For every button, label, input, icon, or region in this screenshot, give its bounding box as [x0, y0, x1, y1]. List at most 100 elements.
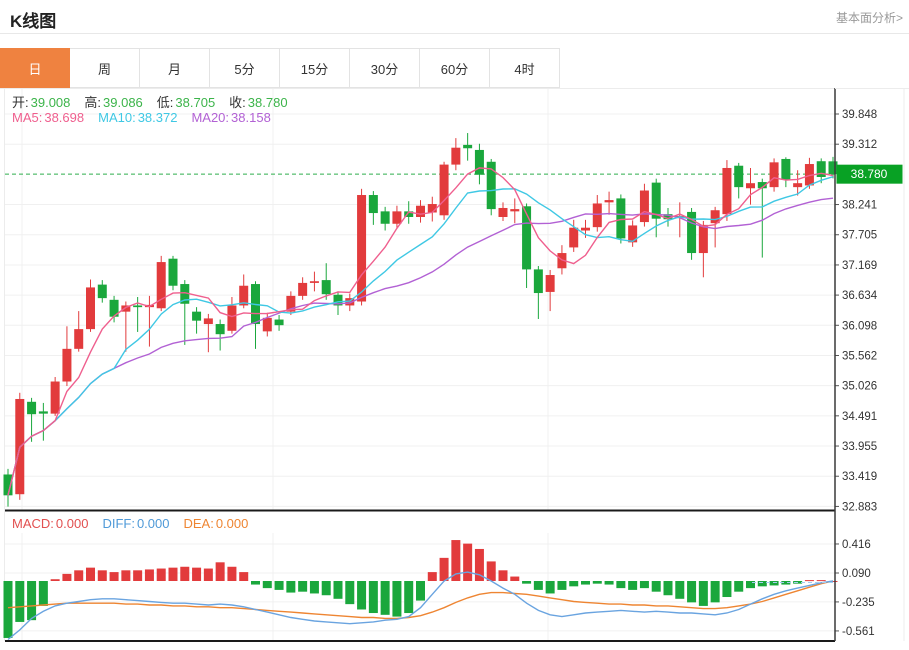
macd-hist-bar	[157, 569, 166, 581]
macd-hist-bar	[770, 581, 779, 585]
kline-chart-panel: 39.84839.31238.24137.70537.16936.63436.0…	[0, 88, 909, 645]
macd-hist-bar	[74, 570, 83, 581]
macd-hist-bar	[192, 568, 201, 581]
price-axis-label: 36.098	[842, 320, 877, 332]
macd-hist-bar	[758, 581, 767, 586]
macd-hist-bar	[628, 581, 637, 590]
macd-hist-bar	[675, 581, 684, 599]
candle	[475, 150, 484, 175]
macd-hist-bar	[392, 581, 401, 617]
ohlc-legend: 开:39.008高:39.086低:38.705收:38.780	[12, 92, 302, 111]
candle	[569, 228, 578, 248]
macd-hist-bar	[27, 581, 36, 620]
kline-chart-canvas[interactable]: 39.84839.31238.24137.70537.16936.63436.0…	[0, 88, 909, 645]
candle	[640, 191, 649, 223]
candle	[369, 195, 378, 213]
macd-hist-bar	[98, 570, 107, 581]
macd-legend: MACD:0.000DIFF:0.000DEA:0.000	[12, 516, 262, 531]
macd-hist-bar	[180, 567, 189, 581]
macd-hist-bar	[110, 572, 119, 581]
legend-item: 高:39.086	[84, 95, 142, 110]
macd-hist-bar	[416, 581, 425, 601]
candle	[169, 259, 178, 286]
tab-60分[interactable]: 60分	[420, 48, 490, 88]
macd-hist-bar	[39, 581, 48, 606]
candle	[133, 305, 142, 307]
current-price-tag-label: 38.780	[851, 167, 888, 181]
macd-hist-bar	[699, 581, 708, 606]
macd-hist-bar	[62, 574, 71, 581]
macd-hist-bar	[51, 579, 60, 581]
macd-hist-bar	[722, 581, 731, 597]
macd-hist-bar	[817, 580, 826, 581]
macd-hist-bar	[428, 572, 437, 581]
tab-4时[interactable]: 4时	[490, 48, 560, 88]
candle	[322, 280, 331, 294]
candle	[734, 166, 743, 187]
macd-hist-bar	[227, 567, 236, 581]
macd-hist-bar	[499, 570, 508, 581]
candle	[605, 200, 614, 202]
macd-hist-bar	[711, 581, 720, 602]
macd-hist-bar	[581, 581, 590, 585]
macd-hist-bar	[451, 540, 460, 581]
tab-30分[interactable]: 30分	[350, 48, 420, 88]
candle	[39, 411, 48, 413]
macd-hist-bar	[298, 581, 307, 592]
macd-hist-bar	[322, 581, 331, 595]
macd-hist-bar	[251, 581, 260, 585]
candle	[381, 211, 390, 223]
macd-hist-bar	[534, 581, 543, 590]
macd-hist-bar	[275, 581, 284, 590]
tab-月[interactable]: 月	[140, 48, 210, 88]
price-axis-label: 37.705	[842, 230, 877, 242]
macd-hist-bar	[616, 581, 625, 588]
tab-日[interactable]: 日	[0, 48, 70, 88]
candle	[298, 283, 307, 296]
macd-hist-bar	[440, 558, 449, 581]
legend-item: DEA:0.000	[183, 516, 248, 531]
macd-hist-bar	[734, 581, 743, 592]
candle	[593, 203, 602, 227]
legend-item: 收:38.780	[229, 95, 287, 110]
candle	[416, 206, 425, 217]
candle	[781, 159, 790, 180]
macd-hist-bar	[593, 581, 602, 584]
macd-hist-bar	[381, 581, 390, 615]
macd-hist-bar	[487, 561, 496, 581]
macd-hist-bar	[805, 580, 814, 581]
candle	[440, 165, 449, 216]
macd-hist-bar	[640, 581, 649, 588]
tab-15分[interactable]: 15分	[280, 48, 350, 88]
macd-hist-bar	[239, 572, 248, 581]
candle	[216, 324, 225, 334]
tab-5分[interactable]: 5分	[210, 48, 280, 88]
macd-hist-bar	[286, 581, 295, 593]
price-axis-label: 39.312	[842, 139, 877, 151]
candle	[581, 228, 590, 231]
macd-hist-bar	[546, 581, 555, 593]
candle	[192, 312, 201, 321]
candle	[746, 183, 755, 188]
candle	[227, 305, 236, 330]
tab-周[interactable]: 周	[70, 48, 140, 88]
candle	[310, 281, 319, 283]
macd-hist-bar	[510, 577, 519, 581]
candle	[463, 145, 472, 148]
legend-item: MACD:0.000	[12, 516, 88, 531]
legend-item: MA10:38.372	[98, 110, 177, 125]
legend-item: 低:38.705	[157, 95, 215, 110]
candle	[263, 318, 272, 332]
macd-hist-bar	[263, 581, 272, 588]
candle	[74, 329, 83, 349]
price-axis-label: 32.883	[842, 501, 877, 513]
ma10-line	[8, 177, 833, 496]
candle	[451, 148, 460, 165]
macd-hist-bar	[345, 581, 354, 604]
legend-item: MA5:38.698	[12, 110, 84, 125]
candle	[793, 183, 802, 187]
candle	[392, 211, 401, 223]
ma20-line	[8, 198, 833, 495]
macd-hist-bar	[133, 570, 142, 581]
fundamental-analysis-link[interactable]: 基本面分析>	[836, 9, 903, 26]
